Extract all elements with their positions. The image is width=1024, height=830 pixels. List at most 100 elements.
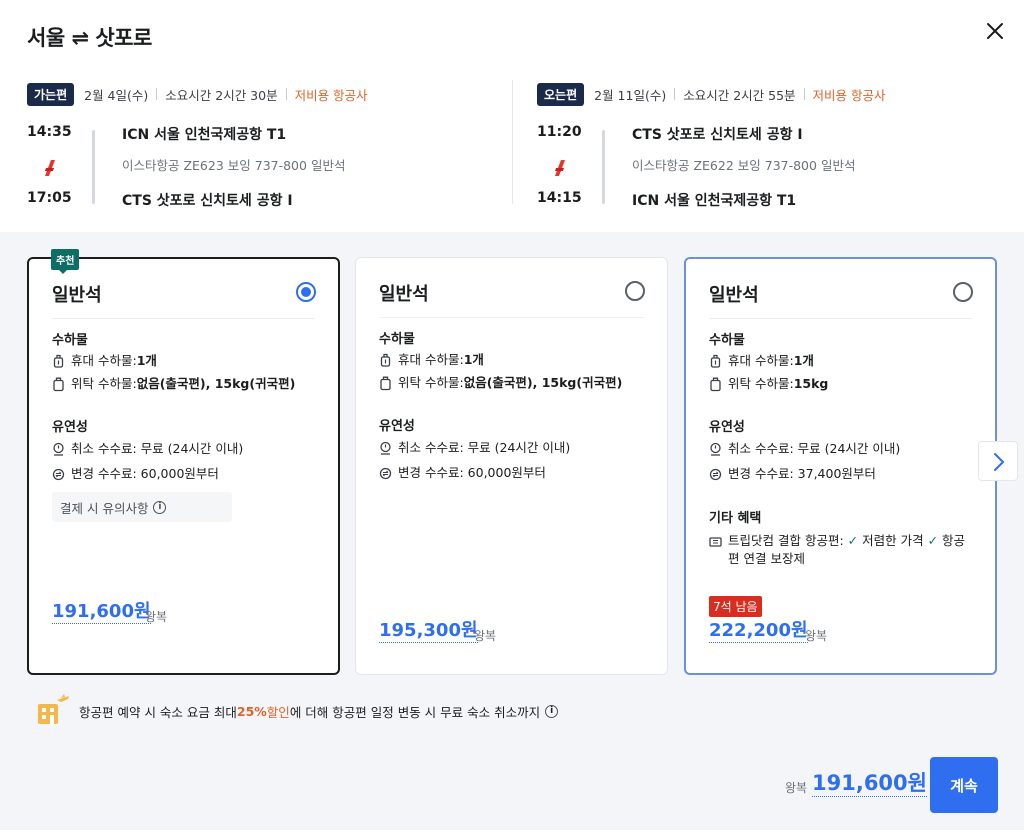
baggage-title: 수하물 bbox=[709, 333, 745, 348]
info-icon[interactable]: i bbox=[545, 704, 559, 718]
extra-benefits-row: 트립닷컴 결합 항공편: ✓ 저렴한 가격 ✓ 항공편 연결 보장제 bbox=[709, 532, 975, 568]
fare-price-sub: 왕복 bbox=[474, 629, 497, 643]
route-line bbox=[602, 130, 605, 204]
hotel-promo: 항공편 예약 시 숙소 요금 최대 25% 할인 에 더해 항공편 일정 변동 … bbox=[35, 694, 559, 728]
inbound-badge: 오는편 bbox=[537, 82, 585, 106]
route-line bbox=[92, 130, 95, 204]
chevron-right-icon bbox=[994, 453, 1004, 471]
info-icon: i bbox=[153, 500, 167, 514]
hotel-plane-icon bbox=[38, 694, 69, 724]
fare-radio[interactable] bbox=[625, 281, 645, 301]
inbound-leg: 오는편 2월 11일(수) 소요시간 2시간 55분 저비용 항공사 11:20… bbox=[537, 82, 1007, 217]
checked-bag-value: 없음(출국편), 15kg(귀국편) bbox=[136, 376, 296, 391]
cancel-fee-row: 취소 수수료: 무료 (24시간 이내) bbox=[52, 440, 318, 458]
cancel-fee-text: 취소 수수료: 무료 (24시간 이내) bbox=[728, 441, 901, 456]
checked-bag-label: 위탁 수하물: bbox=[728, 376, 794, 391]
close-icon[interactable] bbox=[982, 18, 1008, 44]
total-price[interactable]: 191,600원 bbox=[812, 770, 927, 797]
flexibility-title: 유연성 bbox=[709, 420, 745, 435]
change-fee-text: 변경 수수료: 60,000원부터 bbox=[398, 465, 546, 480]
check-icon: ✓ bbox=[927, 533, 939, 548]
airline-logo-icon bbox=[45, 160, 55, 176]
change-fee-text: 변경 수수료: 37,400원부터 bbox=[728, 466, 876, 481]
promo-discount-word: 할인 bbox=[266, 704, 290, 720]
cancel-fee-icon bbox=[380, 441, 391, 455]
check-icon: ✓ bbox=[847, 533, 859, 548]
fare-title: 일반석 bbox=[379, 284, 429, 305]
baggage-title: 수하물 bbox=[379, 332, 415, 347]
cancel-fee-row: 취소 수수료: 무료 (24시간 이내) bbox=[709, 440, 975, 458]
inbound-dep-airport: CTS 삿포로 신치토세 공항 I bbox=[632, 127, 803, 143]
outbound-dep-time: 14:35 bbox=[27, 124, 72, 140]
fare-options-area: 추천 일반석 수하물 휴대 수하물: 1개 위탁 수하물: 없음(출국편), 1… bbox=[0, 232, 1024, 830]
cancel-fee-icon bbox=[710, 442, 721, 456]
change-fee-icon bbox=[379, 467, 392, 480]
fare-price[interactable]: 191,600원 bbox=[52, 601, 151, 624]
fare-title: 일반석 bbox=[52, 285, 102, 306]
next-fares-button[interactable] bbox=[978, 441, 1018, 481]
fare-card-1[interactable]: 추천 일반석 수하물 휴대 수하물: 1개 위탁 수하물: 없음(출국편), 1… bbox=[27, 249, 340, 675]
divider bbox=[803, 88, 805, 100]
cancel-fee-text: 취소 수수료: 무료 (24시간 이내) bbox=[398, 440, 571, 455]
carry-on-label: 휴대 수하물: bbox=[398, 352, 464, 367]
fare-card-2[interactable]: 일반석 수하물 휴대 수하물: 1개 위탁 수하물: 없음(출국편), 15kg… bbox=[355, 257, 668, 675]
carry-on-label: 휴대 수하물: bbox=[71, 353, 137, 368]
cancel-fee-icon bbox=[53, 442, 64, 456]
outbound-duration: 소요시간 2시간 30분 bbox=[165, 87, 278, 103]
checked-bag-icon bbox=[53, 377, 64, 392]
checked-bag-icon bbox=[710, 377, 721, 392]
baggage-title: 수하물 bbox=[52, 333, 88, 348]
carry-on-value: 1개 bbox=[136, 353, 157, 368]
carry-on-label: 휴대 수하물: bbox=[728, 353, 794, 368]
divider bbox=[285, 88, 287, 100]
divider bbox=[52, 318, 315, 319]
carry-on-row: 휴대 수하물: 1개 bbox=[379, 351, 647, 369]
checked-bag-label: 위탁 수하물: bbox=[398, 375, 464, 390]
fare-card-3[interactable]: 일반석 수하물 휴대 수하물: 1개 위탁 수하물: 15kg 유연성 취소 수… bbox=[684, 257, 997, 675]
recommended-tag: 추천 bbox=[51, 249, 80, 274]
benefit-low-price: 저렴한 가격 bbox=[862, 533, 924, 548]
fare-price-sub: 왕복 bbox=[805, 629, 828, 643]
divider bbox=[709, 318, 972, 319]
fare-radio[interactable] bbox=[953, 282, 973, 302]
carry-on-row: 휴대 수하물: 1개 bbox=[709, 352, 975, 370]
outbound-leg: 가는편 2월 4일(수) 소요시간 2시간 30분 저비용 항공사 14:35 … bbox=[27, 82, 497, 217]
inbound-duration: 소요시간 2시간 55분 bbox=[683, 87, 796, 103]
outbound-arr-time: 17:05 bbox=[27, 190, 72, 206]
fare-price[interactable]: 222,200원 bbox=[709, 620, 808, 643]
carry-on-bag-icon bbox=[53, 354, 64, 368]
extra-benefits-title: 기타 혜택 bbox=[709, 511, 762, 526]
divider bbox=[379, 317, 644, 318]
outbound-dep-airport: ICN 서울 인천국제공항 T1 bbox=[122, 127, 287, 143]
checked-bag-value: 15kg bbox=[793, 376, 829, 391]
continue-button[interactable]: 계속 bbox=[930, 757, 998, 813]
checked-bag-row: 위탁 수하물: 15kg bbox=[709, 375, 975, 393]
flexibility-title: 유연성 bbox=[52, 420, 88, 435]
change-fee-text: 변경 수수료: 60,000원부터 bbox=[71, 466, 219, 481]
fare-price[interactable]: 195,300원 bbox=[379, 620, 478, 643]
promo-text-post: 에 더해 항공편 일정 변동 시 무료 숙소 취소까지 bbox=[289, 704, 541, 720]
payment-notes-button[interactable]: 결제 시 유의사항 i bbox=[52, 492, 232, 522]
promo-discount-pct: 25% bbox=[236, 703, 267, 719]
seats-left-badge: 7석 남음 bbox=[709, 596, 762, 617]
change-fee-icon bbox=[52, 468, 65, 481]
outbound-arr-airport: CTS 삿포로 신치토세 공항 I bbox=[122, 193, 293, 209]
outbound-badge: 가는편 bbox=[27, 82, 75, 106]
inbound-dep-time: 11:20 bbox=[537, 124, 582, 140]
carry-on-bag-icon bbox=[380, 353, 391, 367]
outbound-airline-type: 저비용 항공사 bbox=[294, 87, 368, 103]
fare-price-sub: 왕복 bbox=[145, 610, 168, 624]
inbound-arr-airport: ICN 서울 인천국제공항 T1 bbox=[632, 193, 797, 209]
carry-on-value: 1개 bbox=[793, 353, 814, 368]
inbound-flight-info: 이스타항공 ZE622 보잉 737-800 일반석 bbox=[632, 158, 856, 173]
ticket-icon bbox=[709, 537, 722, 547]
carry-on-value: 1개 bbox=[463, 352, 484, 367]
inbound-airline-type: 저비용 항공사 bbox=[812, 87, 886, 103]
change-fee-icon bbox=[709, 468, 722, 481]
change-fee-row: 변경 수수료: 37,400원부터 bbox=[709, 465, 975, 483]
outbound-date: 2월 4일(수) bbox=[84, 87, 149, 103]
checked-bag-value: 없음(출국편), 15kg(귀국편) bbox=[463, 375, 623, 390]
fare-radio-selected[interactable] bbox=[296, 282, 316, 302]
extra-benefits-prefix: 트립닷컴 결합 항공편: bbox=[728, 533, 848, 548]
change-fee-row: 변경 수수료: 60,000원부터 bbox=[52, 465, 318, 483]
